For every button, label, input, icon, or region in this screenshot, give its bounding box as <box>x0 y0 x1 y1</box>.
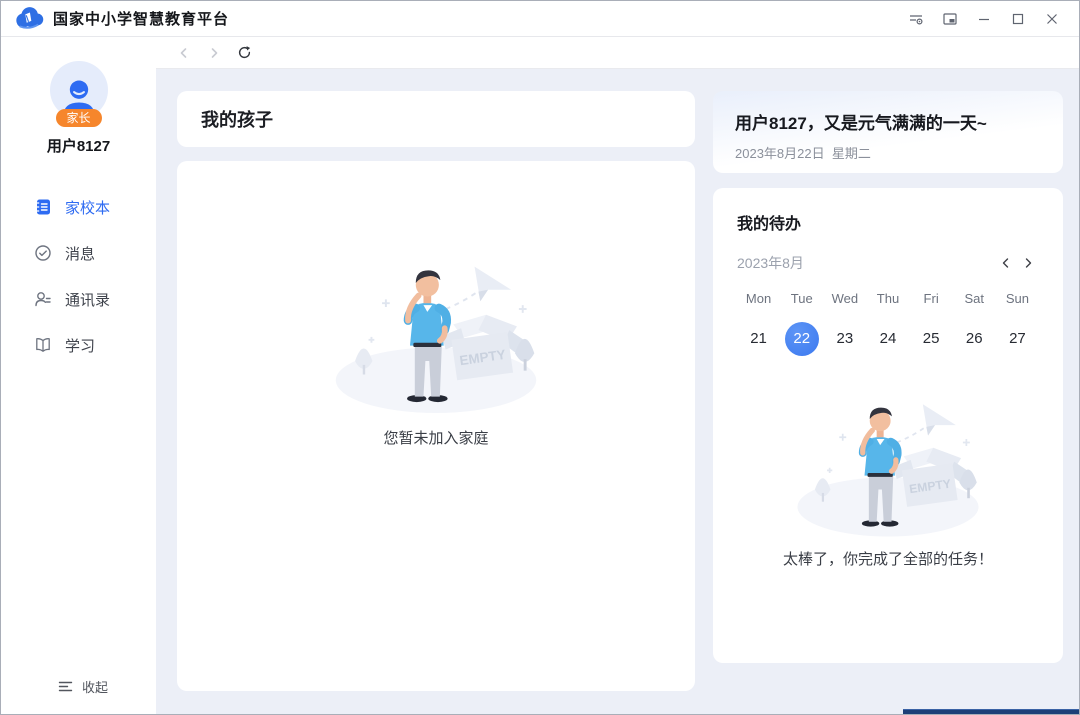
weekday-label: Sat <box>953 288 996 310</box>
weekday-label: Wed <box>823 288 866 310</box>
weekday-label: Thu <box>866 288 909 310</box>
minimize-button[interactable] <box>967 5 1001 33</box>
calendar-date-selected[interactable]: 22 <box>780 320 823 358</box>
tasks-done-text: 太棒了，你完成了全部的任务！ <box>783 548 993 569</box>
calendar-month-label: 2023年8月 <box>737 253 995 273</box>
calendar-date[interactable]: 25 <box>910 320 953 358</box>
calendar-date-label: 23 <box>828 322 862 356</box>
sidebar-item-homework[interactable]: 家校本 <box>1 184 156 230</box>
sidebar-item-label: 通讯录 <box>65 289 110 310</box>
forward-icon <box>207 46 221 60</box>
sidebar-item-messages[interactable]: 消息 <box>1 230 156 276</box>
calendar-date-label: 24 <box>871 322 905 356</box>
app-window: 国家中小学智慧教育平台 <box>0 0 1080 715</box>
titlebar: 国家中小学智慧教育平台 <box>1 1 1079 37</box>
greeting-title: 用户8127，又是元气满满的一天~ <box>735 109 1041 134</box>
tasks-done-illustration <box>792 392 984 540</box>
calendar-date[interactable]: 24 <box>866 320 909 358</box>
app-logo-icon <box>13 7 45 31</box>
sidebar-item-contacts[interactable]: 通讯录 <box>1 276 156 322</box>
sidebar-item-learning[interactable]: 学习 <box>1 322 156 368</box>
close-icon <box>1045 12 1059 26</box>
calendar-date[interactable]: 21 <box>737 320 780 358</box>
weekday-label: Tue <box>780 288 823 310</box>
sidebar-item-label: 消息 <box>65 243 95 264</box>
refresh-icon <box>237 45 252 60</box>
todo-title: 我的待办 <box>737 210 1039 234</box>
settings-list-button[interactable] <box>899 5 933 33</box>
chevron-right-icon <box>1022 257 1034 269</box>
toolbar <box>156 37 1079 69</box>
calendar-date[interactable]: 26 <box>953 320 996 358</box>
calendar-weekday-row: Mon Tue Wed Thu Fri Sat Sun <box>737 288 1039 310</box>
check-circle-icon <box>34 244 52 262</box>
calendar-date-label: 21 <box>742 322 776 356</box>
calendar-date-label: 27 <box>1000 322 1034 356</box>
calendar-date-label: 26 <box>957 322 991 356</box>
my-children-card: 我的孩子 <box>177 91 695 147</box>
todo-empty-state: 太棒了，你完成了全部的任务！ <box>737 358 1039 569</box>
back-icon <box>177 46 191 60</box>
profile-block: 家长 用户8127 <box>1 61 156 156</box>
maximize-button[interactable] <box>1001 5 1035 33</box>
back-button[interactable] <box>174 43 194 63</box>
calendar-date[interactable]: 27 <box>996 320 1039 358</box>
sidebar-item-label: 家校本 <box>65 197 110 218</box>
collapse-sidebar-button[interactable]: 收起 <box>1 677 156 696</box>
sidebar-item-label: 学习 <box>65 335 95 356</box>
sidebar-nav: 家校本 消息 通讯录 <box>1 184 156 368</box>
collapse-label: 收起 <box>82 677 108 696</box>
content-area: 我的孩子 您暂未加入家庭 用户8127，又是元气满满的一天~ 2023年8月22… <box>156 69 1079 714</box>
username: 用户8127 <box>47 135 110 156</box>
refresh-button[interactable] <box>234 43 254 63</box>
collapse-menu-icon <box>58 680 73 693</box>
sidebar: 家长 用户8127 家校本 <box>1 37 156 714</box>
role-badge: 家长 <box>55 109 101 127</box>
taskbar-edge <box>903 709 1079 714</box>
page-title: 我的孩子 <box>201 106 273 132</box>
forward-button[interactable] <box>204 43 224 63</box>
notebook-icon <box>34 198 52 216</box>
empty-family-illustration <box>330 253 542 417</box>
chevron-left-icon <box>1000 257 1012 269</box>
mini-window-icon <box>942 11 958 27</box>
calendar-date-row: 21 22 23 24 25 26 27 <box>737 320 1039 358</box>
calendar-date-label: 22 <box>785 322 819 356</box>
next-month-button[interactable] <box>1017 252 1039 274</box>
todo-card: 我的待办 2023年8月 <box>713 188 1063 663</box>
contacts-icon <box>34 290 52 308</box>
weekday-label: Fri <box>910 288 953 310</box>
greeting-card: 用户8127，又是元气满满的一天~ 2023年8月22日 星期二 <box>713 91 1063 173</box>
book-icon <box>34 336 52 354</box>
mini-window-button[interactable] <box>933 5 967 33</box>
settings-list-icon <box>908 11 924 27</box>
calendar-date[interactable]: 23 <box>823 320 866 358</box>
weekday-label: Sun <box>996 288 1039 310</box>
empty-state-text: 您暂未加入家庭 <box>383 427 488 448</box>
app-title: 国家中小学智慧教育平台 <box>53 8 229 29</box>
calendar-month-row: 2023年8月 <box>737 252 1039 274</box>
minimize-icon <box>977 12 991 26</box>
prev-month-button[interactable] <box>995 252 1017 274</box>
calendar-date-label: 25 <box>914 322 948 356</box>
close-button[interactable] <box>1035 5 1069 33</box>
greeting-date: 2023年8月22日 星期二 <box>735 143 1041 162</box>
empty-state-card: 您暂未加入家庭 <box>177 161 695 691</box>
weekday-label: Mon <box>737 288 780 310</box>
maximize-icon <box>1011 12 1025 26</box>
